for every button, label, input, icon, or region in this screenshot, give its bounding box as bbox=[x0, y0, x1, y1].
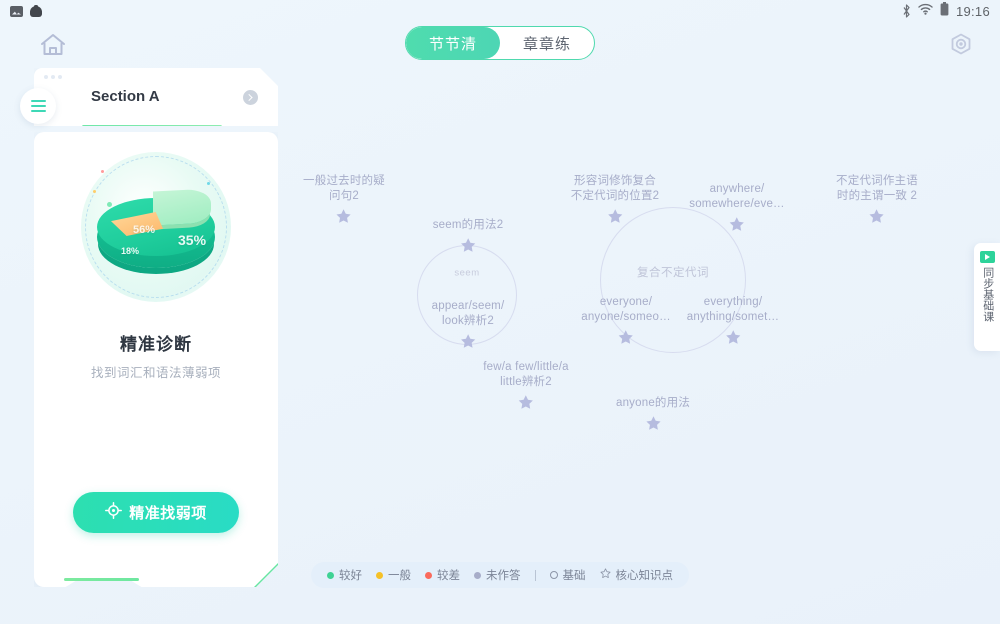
graph-node-anyone-usage[interactable]: anyone的用法 bbox=[616, 396, 690, 432]
find-weakness-button[interactable]: 精准找弱项 bbox=[73, 492, 239, 533]
card-bottom-accent bbox=[64, 578, 139, 581]
legend-dot-icon bbox=[376, 571, 383, 579]
status-bar: 19:16 bbox=[0, 0, 1000, 22]
graph-node-label: everyone/ anyone/someo… bbox=[581, 296, 671, 323]
fleck-dot bbox=[93, 190, 96, 193]
hamburger-icon[interactable] bbox=[20, 88, 56, 124]
graph-node-label: 一般过去时的疑 问句2 bbox=[303, 175, 385, 202]
graph-node-label: appear/seem/ look辨析2 bbox=[431, 300, 505, 327]
graph-node-anywhere-somewhere[interactable]: anywhere/ somewhere/eve… bbox=[689, 182, 785, 233]
graph-node-label: seem的用法2 bbox=[432, 219, 504, 231]
graph-node-indef-pronoun-subject[interactable]: 不定代词作主语 时的主谓一致 2 bbox=[836, 174, 918, 225]
legend-status-group: 较好 一般 较差 未作答 bbox=[327, 567, 521, 583]
star-icon bbox=[689, 216, 784, 233]
legend-item: 未作答 bbox=[474, 567, 521, 583]
legend-shape-group: 基础 核心知识点 bbox=[549, 567, 674, 583]
legend-dot-icon bbox=[425, 571, 432, 579]
graph-node-past-tense-question[interactable]: 一般过去时的疑 问句2 bbox=[303, 174, 385, 225]
section-title: Section A bbox=[91, 88, 160, 105]
star-icon bbox=[581, 329, 671, 346]
video-icon bbox=[979, 251, 995, 263]
diagnosis-pie-chart: 56% 35% 18% bbox=[81, 152, 231, 302]
graph-node-label: anywhere/ somewhere/eve… bbox=[689, 183, 785, 210]
graph-node-adj-modify-position[interactable]: 形容词修饰复合 不定代词的位置2 bbox=[571, 174, 660, 225]
find-weakness-label: 精准找弱项 bbox=[129, 505, 207, 522]
legend-label: 基础 bbox=[562, 570, 586, 582]
compound-pronoun-ring-label: 复合不定代词 bbox=[637, 267, 709, 279]
graph-node-label: 形容词修饰复合 不定代词的位置2 bbox=[570, 175, 660, 202]
graph-node-label: anyone的用法 bbox=[615, 397, 691, 409]
pie-slice-light-green bbox=[153, 188, 211, 225]
legend-dot-icon bbox=[327, 571, 334, 579]
legend-item: 基础 bbox=[549, 567, 586, 583]
graph-node-seem-usage[interactable]: seem的用法2 bbox=[433, 218, 504, 254]
legend-item: 一般 bbox=[376, 567, 411, 583]
pie-label-35: 35% bbox=[178, 232, 207, 248]
graph-node-label: few/a few/little/a little辨析2 bbox=[483, 361, 569, 388]
tab-jiejieqing[interactable]: 节节清 bbox=[406, 27, 500, 59]
diagnosis-card: 56% 35% 18% 精准诊断 找到词汇和语法薄弱项 精准找弱项 bbox=[34, 132, 278, 587]
legend-dot-icon bbox=[474, 571, 481, 579]
pie-label-18: 18% bbox=[121, 246, 140, 256]
legend-label: 一般 bbox=[388, 570, 411, 582]
mode-tab-switcher[interactable]: 节节清 章章练 bbox=[405, 26, 595, 60]
star-icon bbox=[303, 208, 385, 225]
star-icon bbox=[571, 208, 660, 225]
card-corner-accent bbox=[254, 563, 278, 587]
target-icon bbox=[105, 502, 122, 523]
legend-label: 较差 bbox=[437, 570, 460, 582]
notification-bell-icon bbox=[30, 4, 42, 18]
graph-node-appear-seem-look[interactable]: appear/seem/ look辨析2 bbox=[432, 299, 505, 350]
graph-node-few-little[interactable]: few/a few/little/a little辨析2 bbox=[483, 360, 569, 411]
legend-label: 未作答 bbox=[486, 570, 521, 582]
wifi-icon bbox=[918, 2, 933, 20]
star-icon bbox=[432, 333, 505, 350]
star-icon bbox=[483, 394, 568, 411]
bluetooth-icon bbox=[902, 4, 911, 18]
legend-label: 核心知识点 bbox=[615, 570, 674, 582]
star-icon bbox=[687, 329, 780, 346]
pie-label-56: 56% bbox=[133, 224, 156, 236]
fleck-dot bbox=[101, 170, 104, 173]
sync-basic-course-label: 同步基础课 bbox=[981, 267, 994, 322]
star-icon bbox=[616, 415, 690, 432]
star-icon bbox=[836, 208, 918, 225]
gear-icon[interactable] bbox=[944, 28, 978, 62]
legend: 较好 一般 较差 未作答 基础 核心知识点 bbox=[311, 562, 689, 588]
tab-zhangzhanglian[interactable]: 章章练 bbox=[500, 27, 594, 59]
legend-separator bbox=[534, 569, 536, 581]
battery-icon bbox=[940, 1, 949, 21]
legend-label: 较好 bbox=[339, 570, 362, 582]
status-bar-left bbox=[10, 4, 42, 18]
graph-node-everything-anything[interactable]: everything/ anything/somet… bbox=[687, 295, 780, 346]
status-bar-clock: 19:16 bbox=[955, 3, 990, 19]
circle-outline-icon bbox=[549, 571, 558, 579]
left-panel: Section A 56% 35% 18% 精准诊断 找到词汇和语法薄弱项 精准… bbox=[20, 68, 278, 593]
card-dots-decoration bbox=[44, 75, 62, 79]
screenshot-icon bbox=[10, 5, 23, 17]
knowledge-graph: seem 复合不定代词 一般过去时的疑 问句2 seem的用法2 appear/see… bbox=[285, 140, 975, 460]
graph-node-label: everything/ anything/somet… bbox=[686, 296, 780, 323]
sync-basic-course-tab[interactable]: 同步基础课 bbox=[974, 243, 1000, 351]
graph-node-everyone-anyone[interactable]: everyone/ anyone/someo… bbox=[581, 295, 671, 346]
graph-node-label: 不定代词作主语 时的主谓一致 2 bbox=[836, 175, 918, 202]
star-icon bbox=[433, 237, 504, 254]
home-icon[interactable] bbox=[36, 28, 70, 62]
pie-body: 56% 35% 18% bbox=[97, 190, 215, 276]
diagnosis-title: 精准诊断 bbox=[120, 335, 192, 354]
section-progress-bar bbox=[82, 125, 222, 128]
diagnosis-subtitle: 找到词汇和语法薄弱项 bbox=[90, 366, 221, 380]
section-header-card[interactable]: Section A bbox=[34, 68, 278, 126]
legend-item: 较好 bbox=[327, 567, 362, 583]
seem-ring-label: seem bbox=[454, 267, 480, 279]
star-outline-icon bbox=[600, 568, 611, 582]
legend-item: 较差 bbox=[425, 567, 460, 583]
status-bar-right: 19:16 bbox=[902, 1, 990, 21]
legend-item: 核心知识点 bbox=[600, 567, 674, 583]
fleck-dot bbox=[207, 182, 210, 185]
chevron-right-icon[interactable] bbox=[243, 90, 258, 105]
